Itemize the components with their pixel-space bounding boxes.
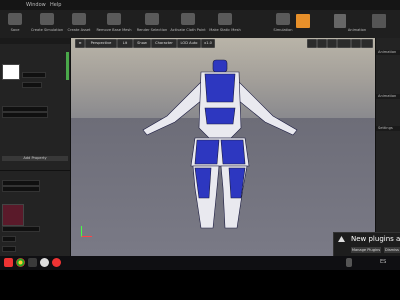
create-simulation-button[interactable]: Create Simulation	[30, 12, 64, 36]
chrome-icon[interactable]	[16, 258, 25, 267]
render-icon	[145, 13, 159, 25]
panel-header	[0, 38, 70, 44]
toolbar: Save Create Simulation Create Asset Remo…	[0, 10, 400, 39]
menu-help[interactable]: Help	[50, 0, 61, 10]
left-details-panel: Add Property	[0, 38, 71, 256]
tray-icon[interactable]	[346, 258, 352, 267]
section-settings[interactable]: Settings	[378, 126, 393, 130]
section-animation[interactable]: Animation	[378, 50, 396, 54]
letterbox-bottom	[0, 270, 400, 300]
add-property-button[interactable]: Add Property	[2, 156, 68, 161]
activate-cloth-paint-button[interactable]: Activate Cloth Paint	[170, 12, 206, 36]
plugin-notification: New plugins are Manage Plugins Dismiss	[333, 232, 400, 258]
section-animation[interactable]: Animation	[378, 94, 396, 98]
material-field[interactable]	[2, 226, 40, 232]
create-asset-button[interactable]: Create Asset	[66, 12, 92, 36]
unreal-icon[interactable]	[40, 258, 49, 267]
physics-mode-button[interactable]	[372, 14, 386, 28]
material-thumbnail[interactable]	[2, 204, 24, 226]
menu-bar: Window Help	[0, 0, 400, 10]
mesh-icon	[107, 13, 121, 25]
opera-icon[interactable]	[4, 258, 13, 267]
right-details-panel: Animation Animation Settings	[375, 38, 400, 256]
asset-dropdown[interactable]	[22, 82, 42, 88]
paint-brush-icon	[181, 13, 195, 25]
language-indicator[interactable]: ES	[380, 259, 386, 265]
make-static-mesh-button[interactable]: Make Static Mesh	[208, 12, 242, 36]
divider	[0, 170, 70, 171]
property-field[interactable]	[2, 112, 48, 118]
asset-thumbnail[interactable]	[2, 64, 20, 80]
asset-field[interactable]	[22, 72, 46, 78]
value-field[interactable]	[2, 236, 16, 242]
save-button[interactable]: Save	[2, 12, 28, 36]
value-field[interactable]	[2, 246, 16, 252]
simulation-mode-button[interactable]: Simulation	[272, 12, 294, 36]
menu-window[interactable]: Window	[26, 0, 46, 10]
material-field[interactable]	[2, 186, 40, 192]
animation-thumbnail[interactable]	[334, 14, 346, 28]
static-mesh-icon	[218, 13, 232, 25]
dismiss-button[interactable]: Dismiss	[384, 247, 400, 253]
simulation-mode-icon	[276, 13, 290, 25]
taskbar: ES	[0, 256, 400, 270]
viewport[interactable]: ≡ Perspective Lit Show Character LOD Aut…	[71, 38, 375, 256]
manage-plugins-button[interactable]: Manage Plugins	[351, 247, 381, 253]
bodysuit-model	[142, 59, 298, 229]
save-icon	[8, 13, 22, 25]
animation-mode-button[interactable]: Animation	[346, 12, 368, 36]
render-selection-button[interactable]: Render Selection	[136, 12, 168, 36]
scrollbar[interactable]	[66, 52, 69, 80]
simulation-icon	[40, 13, 54, 25]
remove-base-mesh-button[interactable]: Remove Base Mesh	[94, 12, 134, 36]
opera-icon[interactable]	[52, 258, 61, 267]
file-explorer-icon[interactable]	[28, 258, 37, 267]
asset-icon	[72, 13, 86, 25]
warning-icon	[338, 236, 345, 242]
axis-gizmo-icon	[81, 226, 92, 237]
notification-title: New plugins are	[351, 235, 400, 243]
active-mode-button[interactable]	[296, 14, 310, 28]
